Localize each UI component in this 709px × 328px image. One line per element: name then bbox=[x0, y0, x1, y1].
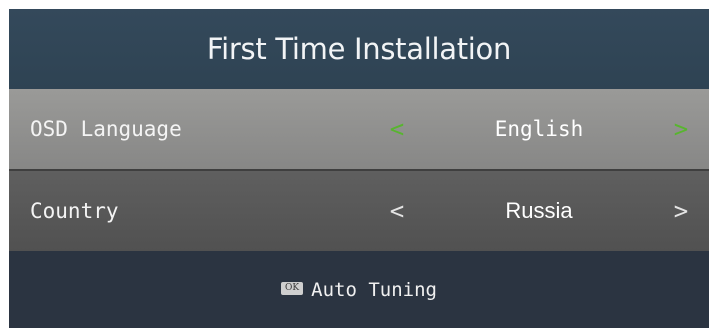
country-label: Country bbox=[30, 199, 119, 223]
osd-language-row[interactable]: OSD Language < English > bbox=[9, 89, 709, 169]
tv-menu-screen: First Time Installation OSD Language < E… bbox=[9, 9, 709, 328]
osd-language-value: English bbox=[494, 117, 584, 141]
country-prev-arrow-icon[interactable]: < bbox=[385, 171, 409, 251]
country-next-arrow-icon[interactable]: > bbox=[669, 171, 693, 251]
ok-key-icon: OK bbox=[281, 282, 304, 295]
country-row[interactable]: Country < Russia > bbox=[9, 171, 709, 251]
osd-language-next-arrow-icon[interactable]: > bbox=[669, 89, 693, 169]
footer-hint[interactable]: OK Auto Tuning bbox=[9, 251, 709, 328]
title-bar: First Time Installation bbox=[9, 9, 709, 89]
page-title: First Time Installation bbox=[206, 32, 512, 66]
osd-language-prev-arrow-icon[interactable]: < bbox=[385, 89, 409, 169]
auto-tuning-label: Auto Tuning bbox=[311, 278, 437, 301]
osd-language-label: OSD Language bbox=[30, 117, 182, 141]
country-value: Russia bbox=[505, 198, 573, 223]
